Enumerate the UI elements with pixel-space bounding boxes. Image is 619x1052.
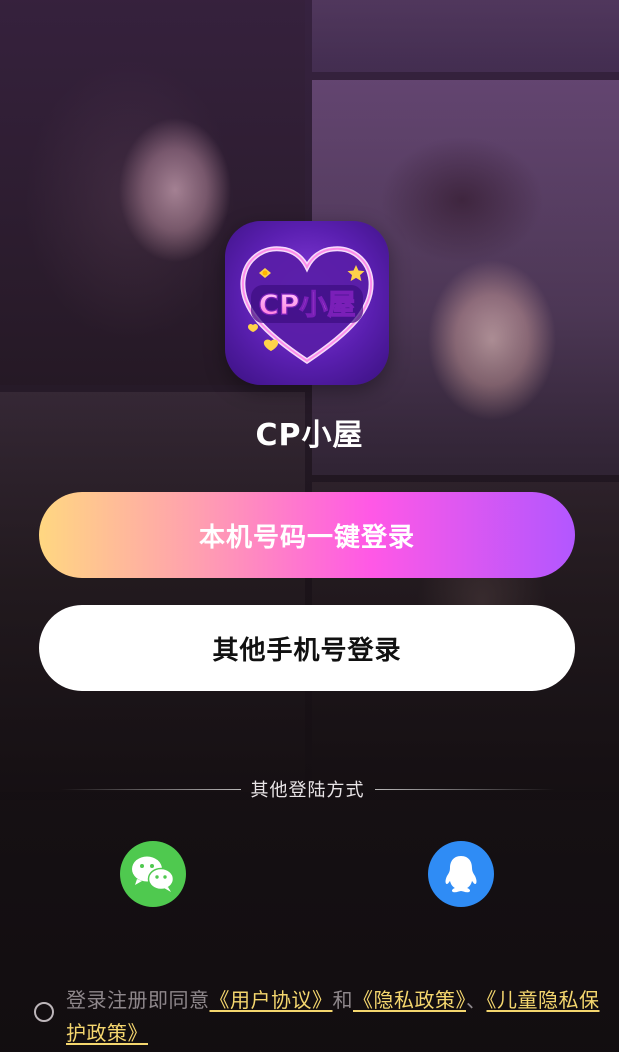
divider-line <box>374 788 555 790</box>
other-login-label: 其他登陆方式 <box>250 780 365 801</box>
app-title: CP小屋 <box>255 418 364 453</box>
wechat-login-button[interactable] <box>120 841 186 907</box>
app-logo-icon: CP小屋 <box>225 221 389 385</box>
app-logo-text: CP小屋 <box>258 288 355 321</box>
qq-icon <box>445 856 477 893</box>
qq-login-button[interactable] <box>428 841 494 907</box>
user-agreement-link[interactable]: 《用户协议》 <box>210 988 333 1012</box>
one-click-login-button[interactable]: 本机号码一键登录 <box>39 492 575 578</box>
login-screen: CP小屋 CP小屋 本机号码一键登录 其他手机号登录 其他登陆方式 登录注册即同… <box>0 0 619 1052</box>
wechat-icon <box>132 856 175 892</box>
agreement-checkbox[interactable] <box>34 1002 54 1022</box>
login-content: CP小屋 CP小屋 本机号码一键登录 其他手机号登录 其他登陆方式 登录注册即同… <box>0 0 619 1052</box>
divider-line <box>60 788 241 790</box>
other-login-divider: 其他登陆方式 <box>60 776 555 802</box>
other-phone-login-button[interactable]: 其他手机号登录 <box>39 605 575 691</box>
agreement-separator: 、 <box>466 988 487 1012</box>
privacy-policy-link[interactable]: 《隐私政策》 <box>353 988 466 1012</box>
agreement-text: 登录注册即同意《用户协议》和《隐私政策》、《儿童隐私保护政策》 <box>66 984 611 1050</box>
agreement-prefix: 登录注册即同意 <box>66 988 210 1012</box>
agreement-and: 和 <box>332 988 353 1012</box>
